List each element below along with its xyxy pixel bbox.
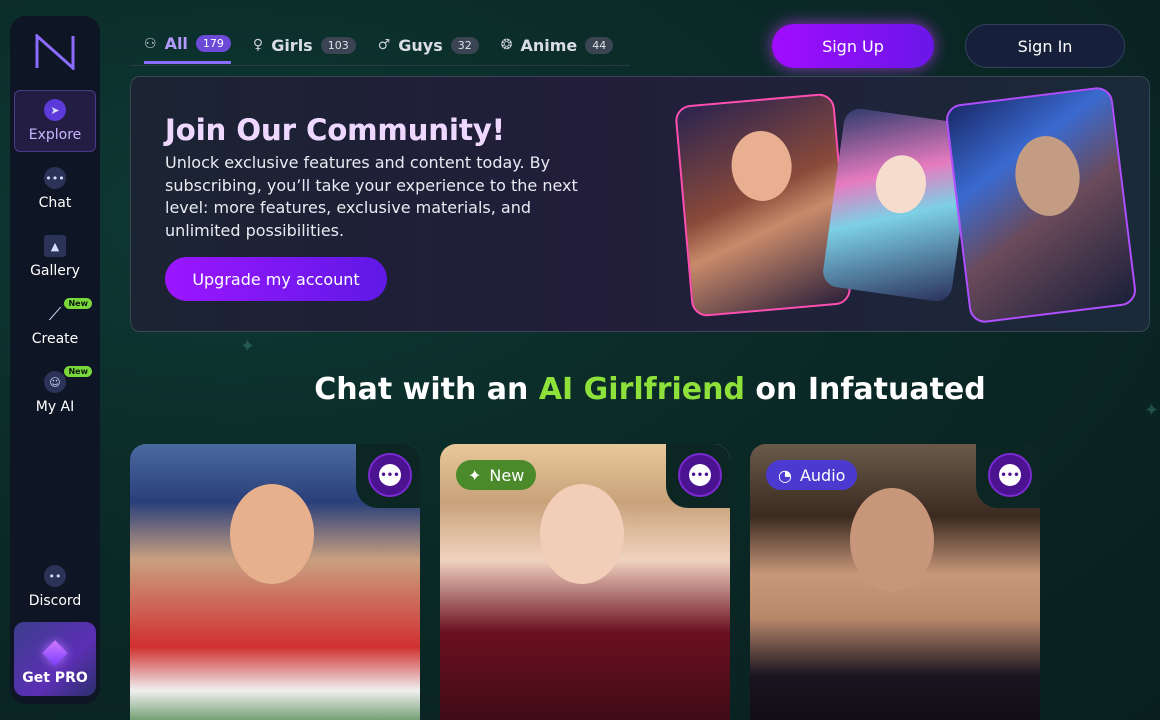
people-icon: ⚇ — [144, 35, 157, 52]
sidebar: ➤ Explore ••• Chat ▲ Gallery New ⟋ Creat… — [10, 16, 100, 704]
female-icon: ♀ — [252, 37, 264, 53]
badge-label: Audio — [799, 465, 846, 485]
section-heading: Chat with an AI Girlfriend on Infatuated — [70, 372, 1160, 407]
sign-in-button[interactable]: Sign In — [965, 24, 1125, 68]
heading-post: on Infatuated — [744, 372, 986, 407]
tab-count: 103 — [320, 36, 356, 54]
tab-count: 179 — [195, 35, 231, 52]
banner-text: Unlock exclusive features and content to… — [165, 153, 578, 240]
compass-icon: ➤ — [44, 99, 66, 121]
get-pro-label: Get PRO — [22, 670, 88, 686]
chat-button[interactable]: ••• — [988, 453, 1032, 497]
sidebar-item-label: Create — [31, 331, 79, 347]
sidebar-item-label: Discord — [28, 593, 82, 609]
audio-badge: ◔ Audio — [766, 460, 858, 490]
sidebar-item-gallery[interactable]: ▲ Gallery — [14, 226, 96, 288]
chat-bubble-icon: ••• — [44, 167, 66, 189]
promo-image-guy — [944, 85, 1138, 325]
tab-label: All — [164, 34, 188, 53]
ear-icon: ◔ — [778, 465, 792, 485]
new-badge: ✦ New — [456, 460, 537, 490]
discord-icon: •• — [44, 565, 66, 587]
sidebar-item-create[interactable]: New ⟋ Create — [14, 294, 96, 356]
community-banner: Join Our Community! Unlock exclusive fea… — [130, 76, 1150, 332]
magic-wand-icon: ⟋ — [48, 303, 62, 325]
tab-anime[interactable]: ❂ Anime 44 — [501, 26, 614, 64]
gem-icon — [42, 640, 68, 666]
tab-label: Anime — [520, 35, 578, 55]
heading-pre: Chat with an — [314, 372, 539, 407]
new-badge: New — [64, 298, 92, 309]
sidebar-item-discord[interactable]: •• Discord — [14, 556, 96, 618]
tab-girls[interactable]: ♀ Girls 103 — [253, 26, 356, 64]
banner-title: Join Our Community! — [165, 113, 505, 147]
sparkle-icon: ✦ — [468, 465, 482, 485]
get-pro-button[interactable]: Get PRO — [14, 622, 96, 696]
character-image — [540, 484, 624, 584]
tab-label: Girls — [271, 35, 313, 55]
sidebar-item-label: Gallery — [30, 263, 80, 279]
sidebar-item-explore[interactable]: ➤ Explore — [14, 90, 96, 152]
chat-button[interactable]: ••• — [368, 453, 412, 497]
sidebar-item-chat[interactable]: ••• Chat — [14, 158, 96, 220]
category-tabs: ⚇ All 179 ♀ Girls 103 ♂ Guys 32 ❂ Anime … — [130, 26, 630, 66]
chat-bubble-icon: ••• — [379, 464, 401, 486]
upgrade-account-button[interactable]: Upgrade my account — [165, 257, 387, 301]
logo[interactable] — [33, 34, 77, 70]
heading-accent: AI Girlfriend — [538, 372, 745, 407]
chat-bubble-icon: ••• — [999, 464, 1021, 486]
tab-count: 32 — [450, 36, 479, 54]
image-icon: ▲ — [44, 235, 66, 257]
tab-all[interactable]: ⚇ All 179 — [144, 26, 231, 64]
chat-button[interactable]: ••• — [678, 453, 722, 497]
sign-up-button[interactable]: Sign Up — [772, 24, 934, 68]
badge-label: New — [489, 465, 525, 485]
character-image — [230, 484, 314, 584]
promo-image-girl — [674, 92, 852, 318]
anime-icon: ❂ — [500, 37, 513, 53]
chat-bubble-icon: ••• — [689, 464, 711, 486]
sidebar-item-label: My AI — [35, 399, 75, 415]
sidebar-item-label: Explore — [28, 127, 82, 143]
sidebar-item-label: Chat — [38, 195, 72, 211]
face-sparkle-icon: ☺ — [44, 371, 66, 393]
character-image — [850, 488, 934, 592]
tab-guys[interactable]: ♂ Guys 32 — [378, 26, 479, 64]
male-icon: ♂ — [377, 37, 391, 53]
tab-count: 44 — [585, 36, 614, 54]
tab-label: Guys — [398, 35, 443, 55]
